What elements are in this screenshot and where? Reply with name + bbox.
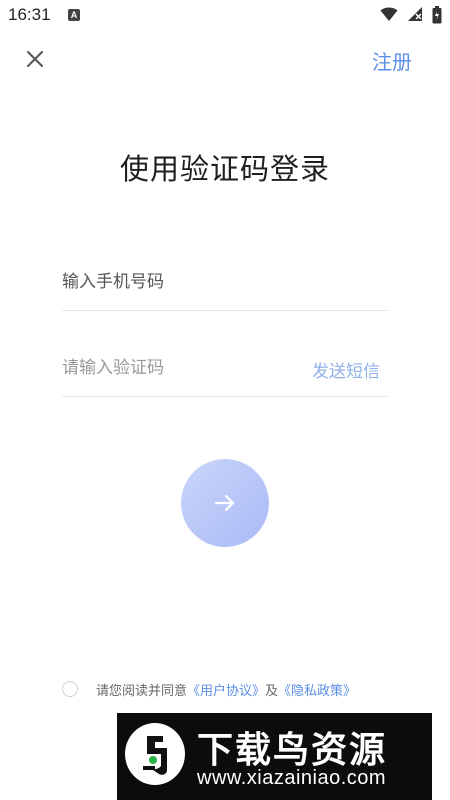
watermark-title: 下载鸟资源: [197, 730, 388, 771]
watermark-banner: 下载鸟资源 www.xiazainiao.com: [117, 713, 432, 800]
agreement-connector: 及: [265, 683, 279, 699]
status-icons: [376, 6, 442, 26]
verification-code-input[interactable]: [62, 350, 282, 386]
wifi-icon: [380, 7, 398, 21]
close-button[interactable]: [24, 48, 46, 70]
submit-button[interactable]: [181, 459, 269, 547]
bird-logo-icon: [125, 723, 185, 785]
watermark-url: www.xiazainiao.com: [197, 767, 387, 789]
privacy-policy-link[interactable]: 《隐私政策》: [278, 680, 356, 699]
register-button[interactable]: 注册: [372, 46, 412, 75]
signal-icon: [407, 7, 422, 21]
agree-checkbox[interactable]: [62, 681, 78, 697]
status-time: 16:31: [8, 5, 51, 24]
page-title: 使用验证码登录: [119, 152, 330, 186]
code-field: 发送短信: [62, 350, 388, 397]
user-agreement-link[interactable]: 《用户协议》: [187, 680, 265, 699]
phone-field: [62, 264, 388, 311]
battery-icon: [432, 6, 442, 24]
status-bar: 16:31 A: [0, 0, 450, 32]
phone-input[interactable]: [62, 264, 282, 300]
send-sms-button[interactable]: 发送短信: [312, 357, 380, 382]
close-icon: [27, 51, 43, 67]
agreement-row: 请您阅读并同意 《用户协议》 及 《隐私政策》: [62, 678, 356, 700]
arrow-right-icon: [214, 494, 235, 512]
agreement-prefix: 请您阅读并同意: [96, 683, 188, 699]
notification-a-icon: A: [68, 9, 80, 21]
